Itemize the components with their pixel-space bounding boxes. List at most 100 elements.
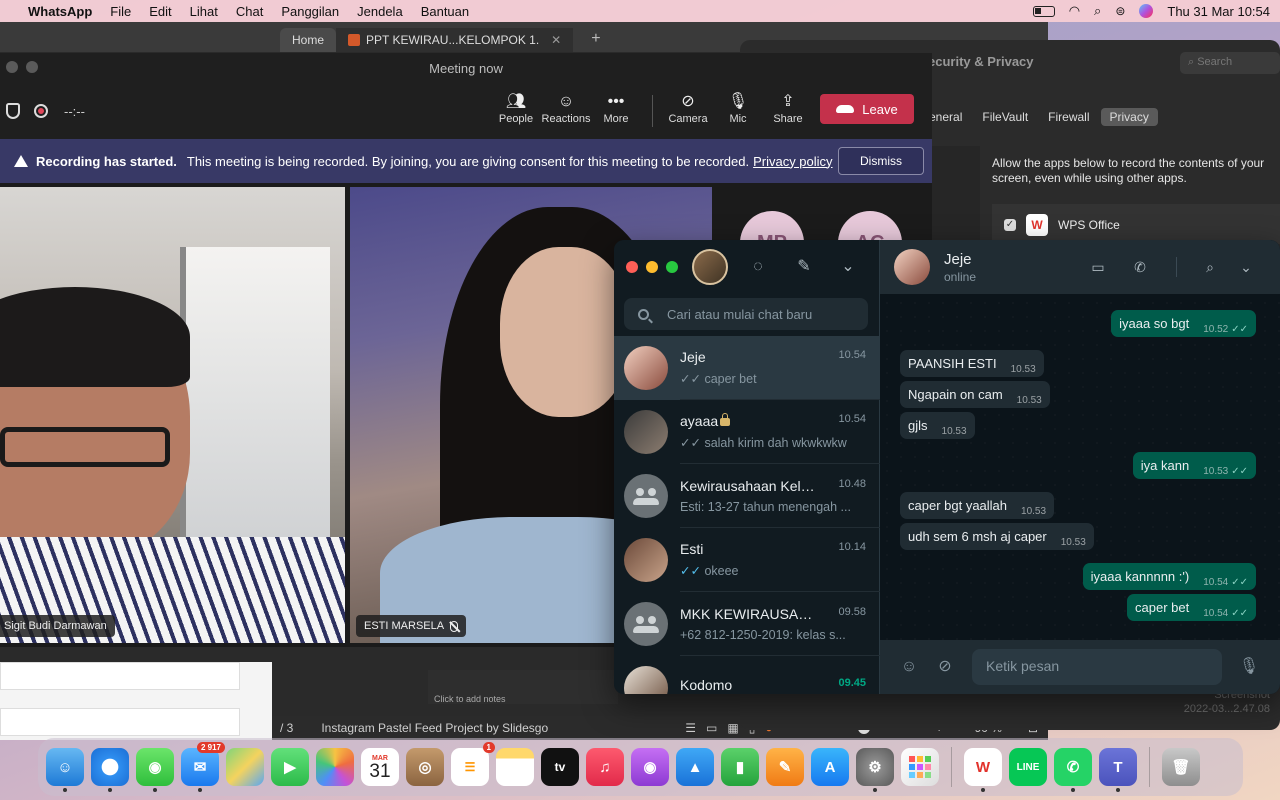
tab-document[interactable]: PPT KEWIRAU...KELOMPOK 1. ✕ [336, 28, 574, 52]
leave-button[interactable]: Leave [820, 94, 914, 124]
calendar-day: 31 [369, 761, 391, 782]
contact-avatar[interactable] [894, 249, 930, 285]
finder-icon[interactable]: ☺ [46, 748, 84, 792]
notes-toggle-icon[interactable]: ☰ [685, 721, 696, 735]
slide-thumbnail[interactable] [0, 708, 240, 736]
app-name: WPS Office [1058, 218, 1120, 232]
tab-home[interactable]: Home [280, 28, 337, 52]
launchpad-icon[interactable] [901, 748, 939, 786]
message-input[interactable]: Ketik pesan [972, 649, 1222, 685]
share-button[interactable]: ⇪ Share [758, 91, 818, 125]
tab-close-icon[interactable]: ✕ [551, 33, 561, 47]
keynote-icon[interactable]: ▲ [676, 748, 714, 786]
message-bubble-outgoing[interactable]: iyaaa so bgt 10.52 ✓✓ [1111, 310, 1256, 337]
wifi-icon[interactable]: ◠ [1069, 3, 1080, 19]
chat-item-kewirausahaan[interactable]: Kewirausahaan Kelo... 10.48 Esti: 13-27 t… [614, 464, 880, 528]
chevron-down-icon[interactable]: ⌄ [838, 257, 858, 277]
search-input[interactable]: Cari atau mulai chat baru [624, 298, 868, 330]
system-preferences-icon[interactable]: ⚙ [856, 748, 894, 792]
teams-icon[interactable]: T [1099, 748, 1137, 792]
microphone-icon[interactable]: 🎙︎ [1238, 656, 1260, 678]
notes-area[interactable]: Click to add notes [428, 670, 618, 704]
minimize-window-icon[interactable] [26, 61, 38, 73]
emoji-icon[interactable]: ☺ [898, 656, 920, 678]
message-bubble-incoming[interactable]: udh sem 6 msh aj caper 10.53 [900, 523, 1094, 550]
grid-view-icon[interactable]: ▦ [727, 721, 738, 735]
conversation-header[interactable]: Jeje online ▭ ✆ ⌕ ⌄ [880, 240, 1280, 294]
search-field[interactable]: ⌕ Search [1180, 52, 1280, 74]
trash-icon[interactable]: 🗑︎ [1162, 748, 1200, 786]
menu-view[interactable]: Lihat [190, 4, 218, 19]
messages-icon[interactable]: ◉ [136, 748, 174, 792]
normal-view-icon[interactable]: ▭ [706, 721, 717, 735]
control-center-icon[interactable]: ⊜ [1115, 4, 1125, 18]
pages-icon[interactable]: ✎ [766, 748, 804, 786]
numbers-icon[interactable]: ▮ [721, 748, 759, 786]
appletv-icon[interactable]: tv [541, 748, 579, 786]
safari-icon[interactable] [91, 748, 129, 792]
privacy-policy-link[interactable]: Privacy policy [753, 154, 832, 169]
menu-help[interactable]: Bantuan [421, 4, 469, 19]
menu-file[interactable]: File [110, 4, 131, 19]
tab-privacy[interactable]: Privacy [1100, 108, 1158, 126]
app-store-icon[interactable]: A [811, 748, 849, 786]
message-bubble-incoming[interactable]: gjls 10.53 [900, 412, 975, 439]
search-icon[interactable]: ⌕ [1200, 257, 1220, 277]
attach-icon[interactable]: ⊘ [934, 656, 956, 678]
close-window-icon[interactable] [6, 61, 18, 73]
new-chat-icon[interactable]: ✎ [794, 257, 814, 277]
calendar-icon[interactable]: MAR 31 [361, 748, 399, 786]
reminders-icon[interactable]: ☰ 1 [451, 742, 495, 786]
voice-call-icon[interactable]: ✆ [1130, 257, 1150, 277]
shield-icon[interactable] [6, 103, 20, 119]
status-icon[interactable]: ◌ [748, 257, 768, 277]
tab-filevault[interactable]: FileVault [973, 108, 1037, 126]
chat-item-ayaaa[interactable]: ayaaa 10.54 ✓✓ salah kirim dah wkwkwkw [614, 400, 880, 464]
line-icon[interactable]: LINE [1009, 748, 1047, 786]
maps-icon[interactable] [226, 748, 264, 786]
message-bubble-incoming[interactable]: caper bgt yaallah 10.53 [900, 492, 1055, 519]
whatsapp-icon[interactable]: ✆ [1054, 748, 1092, 792]
new-tab-icon[interactable]: + [591, 30, 600, 48]
music-icon[interactable]: ♫ [586, 748, 624, 786]
more-button[interactable]: ••• More [586, 91, 646, 125]
spotlight-icon[interactable]: ⌕ [1094, 3, 1101, 19]
mail-icon[interactable]: ✉ 2 917 [181, 742, 225, 792]
chat-item-mkk[interactable]: MKK KEWIRAUSAH... 09.58 +62 812-1250-2019… [614, 592, 880, 656]
chevron-down-icon[interactable]: ⌄ [1236, 257, 1256, 277]
menu-edit[interactable]: Edit [149, 4, 171, 19]
podcasts-icon[interactable]: ◉ [631, 748, 669, 786]
menu-calls[interactable]: Panggilan [281, 4, 339, 19]
video-call-icon[interactable]: ▭ [1088, 257, 1108, 277]
permission-checkbox[interactable]: ✓ [1004, 219, 1016, 231]
contacts-icon[interactable]: ◎ [406, 748, 444, 786]
message-bubble-incoming[interactable]: PAANSIH ESTI 10.53 [900, 350, 1044, 377]
zoom-window-icon[interactable] [666, 261, 678, 273]
tab-firewall[interactable]: Firewall [1039, 108, 1098, 126]
menubar-clock[interactable]: Thu 31 Mar 10:54 [1167, 4, 1270, 19]
slide-thumbnail[interactable] [0, 662, 240, 690]
message-bubble-outgoing[interactable]: caper bet 10.54 ✓✓ [1127, 594, 1256, 621]
siri-icon[interactable] [1139, 4, 1154, 18]
profile-avatar[interactable] [692, 249, 728, 285]
chat-item-jeje[interactable]: Jeje 10.54 ✓✓ caper bet [614, 336, 880, 400]
message-bubble-outgoing[interactable]: iya kann 10.53 ✓✓ [1132, 452, 1256, 479]
notes-icon[interactable] [496, 748, 534, 786]
menu-window[interactable]: Jendela [357, 4, 403, 19]
chat-item-esti[interactable]: Esti 10.14 ✓✓ okeee [614, 528, 880, 592]
chat-item-kodomo[interactable]: Kodomo 09.45 [614, 656, 880, 694]
dismiss-button[interactable]: Dismiss [838, 147, 924, 175]
wps-office-icon[interactable]: W [964, 748, 1002, 792]
menu-app-name[interactable]: WhatsApp [28, 4, 92, 19]
message-bubble-outgoing[interactable]: iyaaa kannnnn :') 10.54 ✓✓ [1082, 563, 1256, 590]
facetime-icon[interactable]: ▶ [271, 748, 309, 786]
close-window-icon[interactable] [626, 261, 638, 273]
more-icon: ••• [607, 93, 625, 110]
message-bubble-incoming[interactable]: Ngapain on cam 10.53 [900, 381, 1050, 408]
battery-icon[interactable] [1032, 5, 1055, 17]
menu-chat[interactable]: Chat [236, 4, 263, 19]
minimize-window-icon[interactable] [646, 261, 658, 273]
participant-video-tile[interactable]: Sigit Budi Darmawan [0, 187, 345, 643]
message-time: 10.53 [1060, 537, 1086, 548]
photos-icon[interactable] [316, 748, 354, 786]
